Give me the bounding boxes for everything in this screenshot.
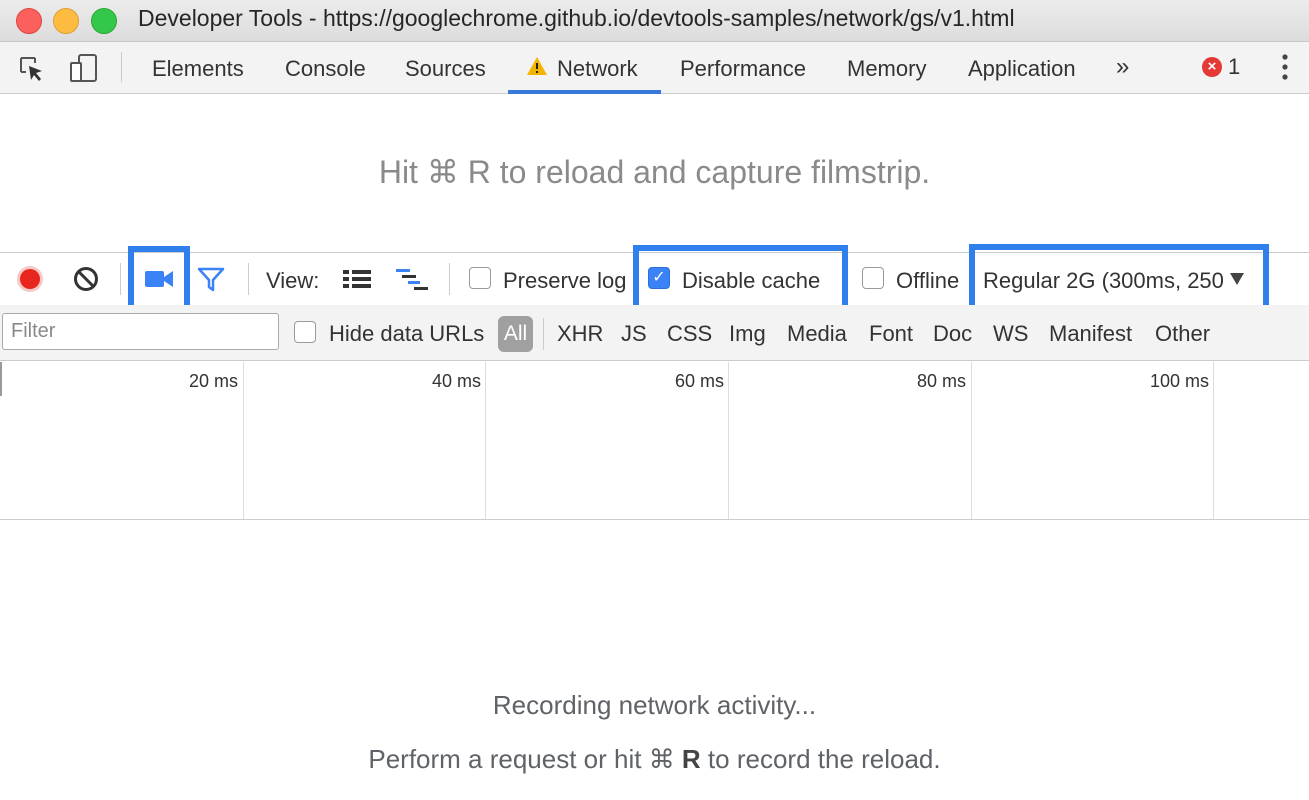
filter-all-button[interactable]: All <box>498 316 533 352</box>
offline-label: Offline <box>896 268 960 293</box>
tab-application[interactable]: Application <box>968 56 1076 82</box>
waterfall-icon[interactable] <box>396 268 430 292</box>
timeline-gridline <box>243 362 244 519</box>
filter-manifest-button[interactable]: Manifest <box>1049 321 1132 347</box>
timeline-tick: 60 ms <box>674 371 724 391</box>
filter-divider <box>543 318 544 350</box>
filter-icon[interactable] <box>197 267 225 293</box>
device-toolbar-icon[interactable] <box>68 53 100 83</box>
filter-font-button[interactable]: Font <box>869 321 913 347</box>
large-rows-icon[interactable] <box>343 269 371 289</box>
tab-elements[interactable]: Elements <box>152 56 244 82</box>
zoom-window-button[interactable] <box>91 8 117 34</box>
timeline-tick: 80 ms <box>916 371 966 391</box>
hide-data-urls-checkbox[interactable] <box>294 321 316 343</box>
toolbar-divider <box>120 263 121 295</box>
active-tab-indicator <box>508 90 661 94</box>
more-options-icon[interactable] <box>1282 54 1288 80</box>
offline-checkbox[interactable] <box>862 267 884 289</box>
filter-other-button[interactable]: Other <box>1155 321 1210 347</box>
recording-instructions: Perform a request or hit ⌘ R to record t… <box>0 744 1309 775</box>
toolbar-divider <box>248 263 249 295</box>
timeline-tick: 20 ms <box>188 371 238 391</box>
timeline-gridline <box>728 362 729 519</box>
filter-js-button[interactable]: JS <box>621 321 647 347</box>
instructions-suffix: to record the reload. <box>700 744 941 774</box>
window-title: Developer Tools - https://googlechrome.g… <box>138 5 1015 31</box>
tab-performance[interactable]: Performance <box>680 56 806 82</box>
timeline-gridline <box>485 362 486 519</box>
inspect-element-icon[interactable] <box>18 55 46 83</box>
tab-sources[interactable]: Sources <box>405 56 486 82</box>
tabbar-divider <box>121 52 122 82</box>
record-icon[interactable] <box>16 265 44 293</box>
tab-console[interactable]: Console <box>285 56 366 82</box>
more-tabs-button[interactable]: » <box>1116 53 1129 81</box>
minimize-window-button[interactable] <box>53 8 79 34</box>
toolbar-divider <box>449 263 450 295</box>
view-label: View: <box>266 268 320 293</box>
timeline-cursor <box>0 362 2 396</box>
filter-input[interactable] <box>2 313 279 350</box>
tab-network[interactable]: Network <box>557 56 638 82</box>
filter-doc-button[interactable]: Doc <box>933 321 972 347</box>
timeline-gridline <box>971 362 972 519</box>
error-count[interactable]: 1 <box>1228 54 1240 80</box>
filter-xhr-button[interactable]: XHR <box>557 321 603 347</box>
preserve-log-label: Preserve log <box>503 268 627 293</box>
tab-memory[interactable]: Memory <box>847 56 926 82</box>
preserve-log-checkbox[interactable] <box>469 267 491 289</box>
filter-css-button[interactable]: CSS <box>667 321 712 347</box>
hide-data-urls-label: Hide data URLs <box>329 321 485 346</box>
throttling-highlight <box>969 244 1269 313</box>
timeline-tick: 100 ms <box>1149 371 1209 391</box>
instructions-prefix: Perform a request or hit ⌘ <box>368 744 682 774</box>
reload-key: R <box>681 744 701 774</box>
filter-media-button[interactable]: Media <box>787 321 847 347</box>
filter-img-button[interactable]: Img <box>729 321 766 347</box>
warning-icon <box>527 57 547 75</box>
timeline-tick: 40 ms <box>431 371 481 391</box>
window-titlebar: Developer Tools - https://googlechrome.g… <box>0 0 1309 42</box>
error-icon[interactable]: × <box>1202 57 1222 77</box>
filter-ws-button[interactable]: WS <box>993 321 1028 347</box>
close-window-button[interactable] <box>16 8 42 34</box>
disable-cache-highlight <box>633 245 848 312</box>
filmstrip-hint: Hit ⌘ R to reload and capture filmstrip. <box>378 154 931 190</box>
clear-icon[interactable] <box>73 266 99 292</box>
screenshot-highlight <box>128 246 190 313</box>
timeline-gridline <box>1213 362 1214 519</box>
recording-status: Recording network activity... <box>492 690 817 720</box>
